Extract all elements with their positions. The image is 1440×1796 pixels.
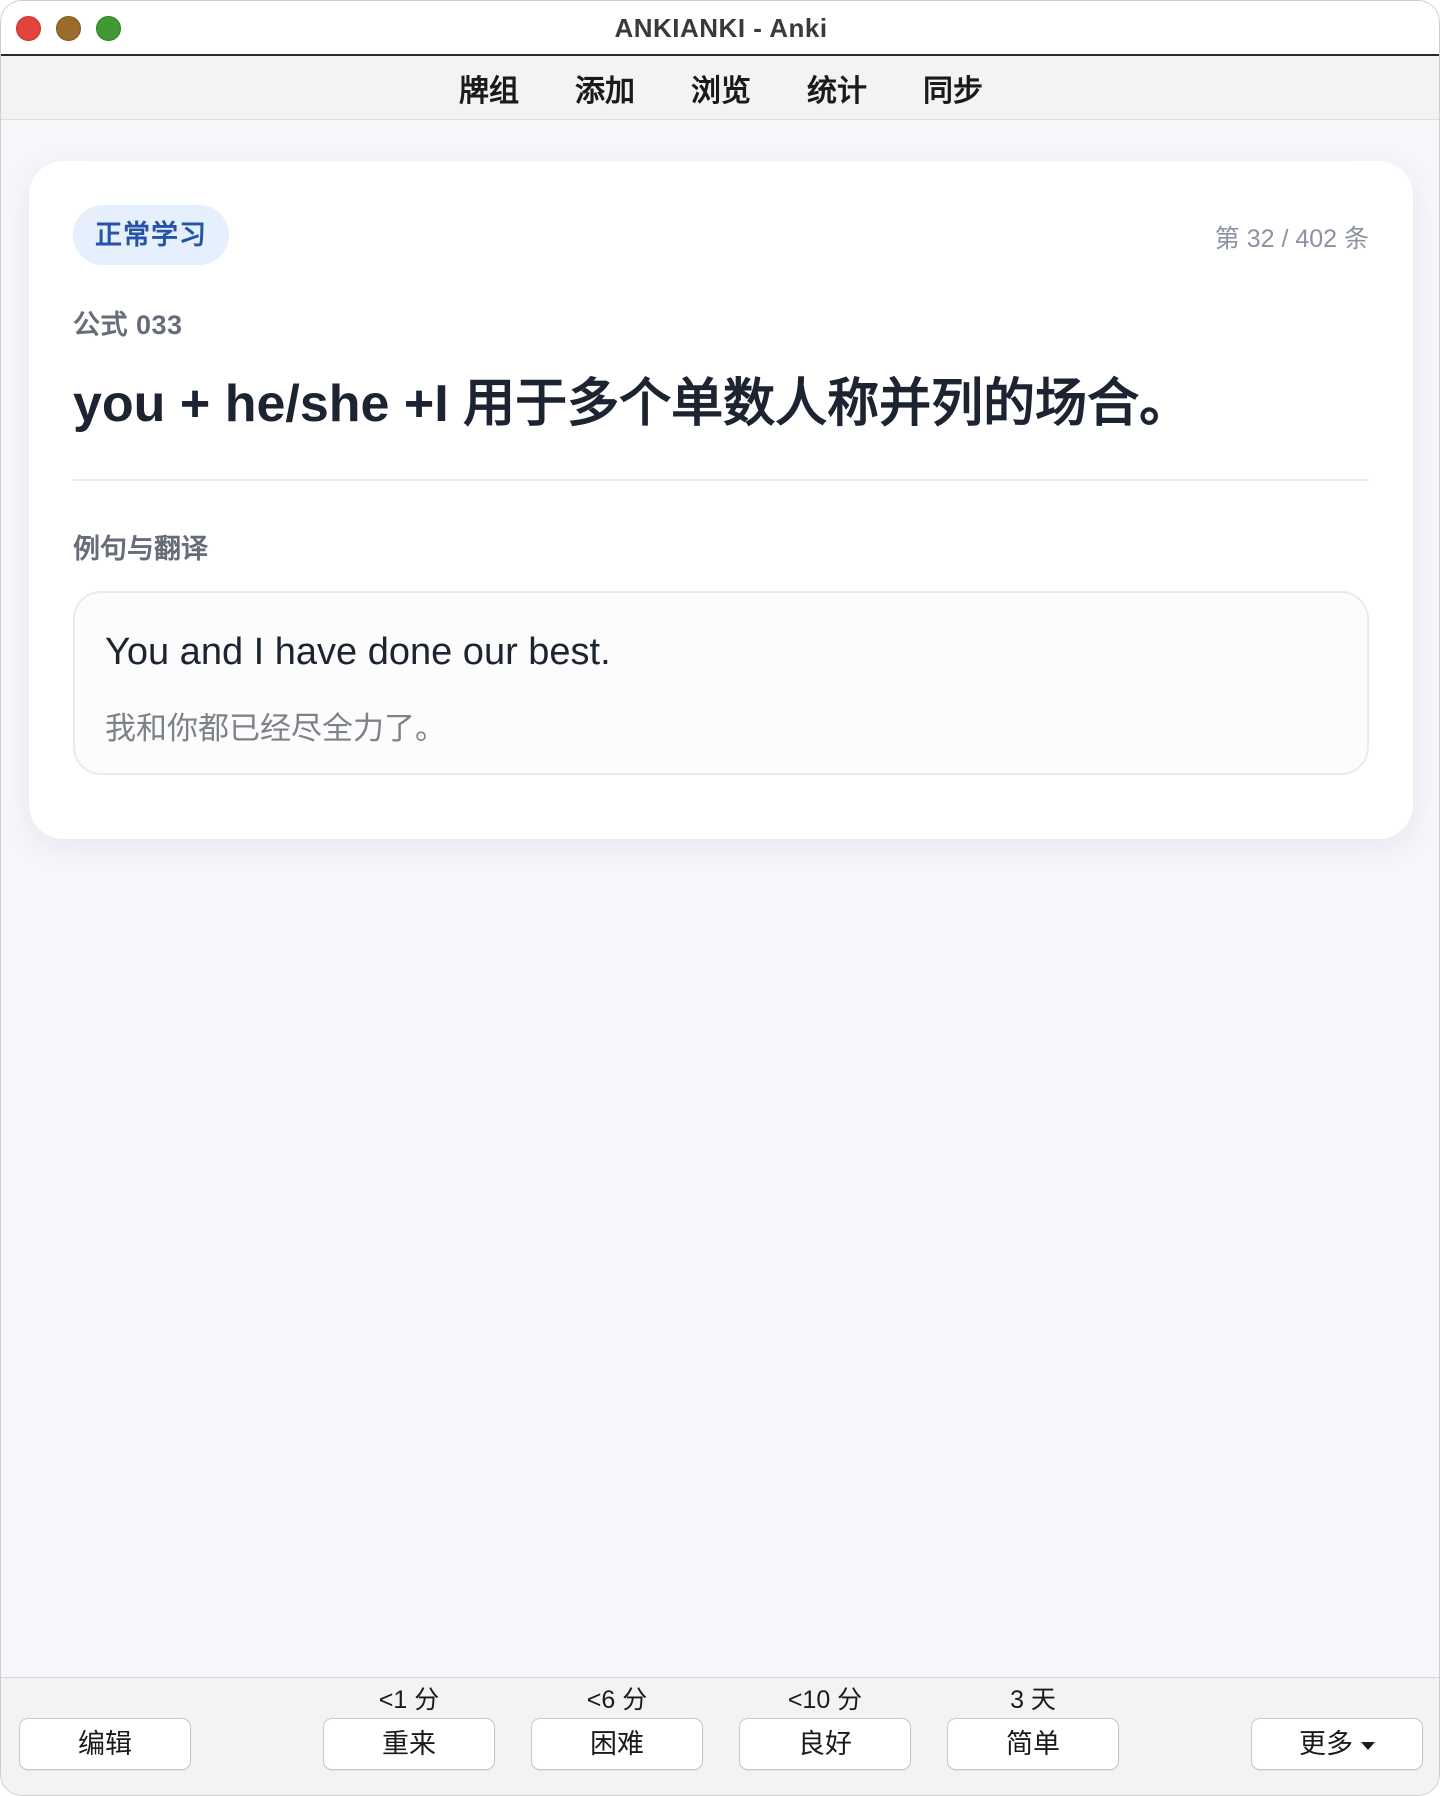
main-toolbar: 牌组 添加 浏览 统计 同步 [1, 56, 1439, 120]
hard-interval: <6 分 [586, 1686, 648, 1714]
answer-bar: 编辑 <1 分 重来 <6 分 困难 <10 分 良好 3 天 简单 更多 [1, 1677, 1439, 1795]
toolbar-add[interactable]: 添加 [547, 66, 663, 110]
good-interval: <10 分 [787, 1686, 863, 1714]
toolbar-sync[interactable]: 同步 [895, 66, 1011, 110]
anki-window: ANKIANKI - Anki 牌组 添加 浏览 统计 同步 正常学习 第 32… [0, 0, 1440, 1796]
window-title: ANKIANKI - Anki [614, 13, 828, 43]
easy-button[interactable]: 简单 [947, 1718, 1119, 1770]
title-bar: ANKIANKI - Anki [1, 1, 1439, 56]
study-mode-badge: 正常学习 [73, 205, 229, 265]
card-counter: 第 32 / 402 条 [1214, 225, 1369, 253]
good-button[interactable]: 良好 [739, 1718, 911, 1770]
toolbar-browse[interactable]: 浏览 [663, 66, 779, 110]
toolbar-decks[interactable]: 牌组 [431, 66, 547, 110]
example-english: You and I have done our best. [105, 631, 611, 673]
card-divider [73, 479, 1369, 481]
formula-text: you + he/she +I 用于多个单数人称并列的场合。 [73, 375, 1192, 433]
edit-button[interactable]: 编辑 [19, 1718, 191, 1770]
easy-interval: 3 天 [1010, 1686, 1056, 1714]
again-button[interactable]: 重来 [323, 1718, 495, 1770]
formula-number: 公式 033 [73, 310, 183, 340]
hard-button[interactable]: 困难 [531, 1718, 703, 1770]
example-box: You and I have done our best. 我和你都已经尽全力了… [73, 591, 1369, 775]
example-chinese: 我和你都已经尽全力了。 [105, 711, 446, 746]
more-label: 更多 [1299, 1729, 1353, 1759]
more-button[interactable]: 更多 [1251, 1718, 1423, 1770]
chevron-down-icon [1361, 1741, 1375, 1750]
examples-section-label: 例句与翻译 [73, 534, 208, 564]
review-card: 正常学习 第 32 / 402 条 公式 033 you + he/she +I… [29, 161, 1413, 839]
again-interval: <1 分 [378, 1686, 440, 1714]
toolbar-stats[interactable]: 统计 [779, 66, 895, 110]
